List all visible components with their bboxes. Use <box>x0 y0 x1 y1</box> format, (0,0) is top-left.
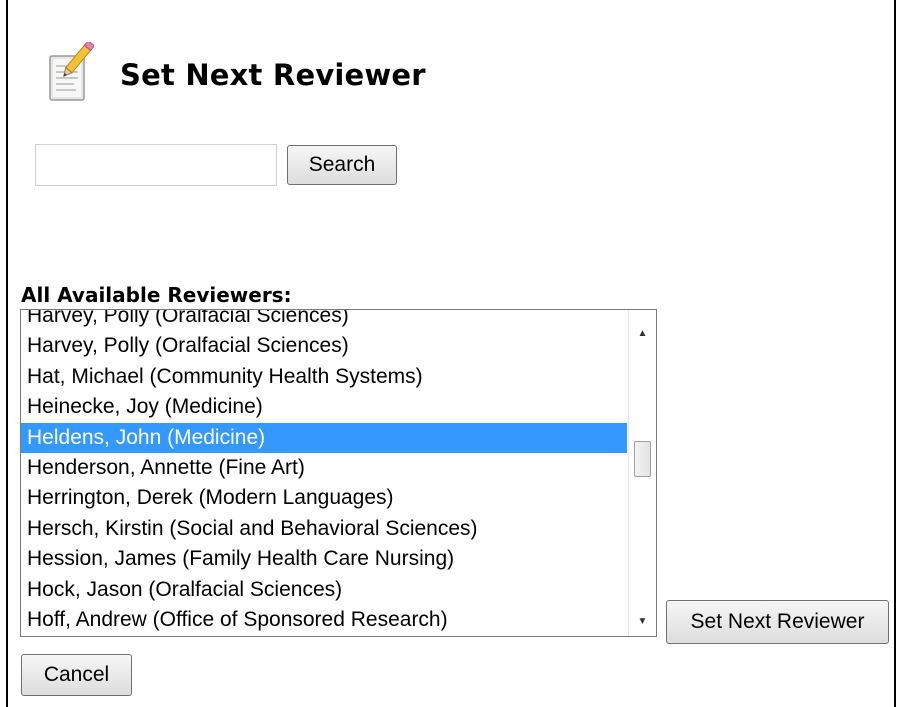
notepad-pencil-icon <box>49 42 94 101</box>
reviewers-list: Harvey, Polly (Oralfacial Sciences) Harv… <box>21 310 627 635</box>
list-item[interactable]: Hock, Jason (Oralfacial Sciences) <box>21 575 627 605</box>
list-item[interactable]: Henderson, Annette (Fine Art) <box>21 453 627 483</box>
list-item[interactable]: Hoff, Andrew (Office of Sponsored Resear… <box>21 605 627 635</box>
search-button[interactable]: Search <box>287 145 397 185</box>
reviewers-label: All Available Reviewers: <box>21 283 292 307</box>
list-item[interactable]: Herrington, Derek (Modern Languages) <box>21 483 627 513</box>
list-item[interactable]: Heinecke, Joy (Medicine) <box>21 392 627 422</box>
set-next-reviewer-button[interactable]: Set Next Reviewer <box>666 600 889 644</box>
cancel-button[interactable]: Cancel <box>21 654 132 696</box>
list-item[interactable]: Harvey, Polly (Oralfacial Sciences) <box>21 310 627 331</box>
list-item[interactable]: Harvey, Polly (Oralfacial Sciences) <box>21 331 627 361</box>
list-item[interactable]: Hession, James (Family Health Care Nursi… <box>21 544 627 574</box>
list-item-selected[interactable]: Heldens, John (Medicine) <box>21 422 627 453</box>
page-title: Set Next Reviewer <box>120 58 426 92</box>
scroll-up-arrow-icon[interactable]: ▲ <box>629 320 656 346</box>
list-scrollbar[interactable]: ▲ ▼ <box>628 310 656 636</box>
list-item[interactable]: Hat, Michael (Community Health Systems) <box>21 362 627 392</box>
reviewers-listbox[interactable]: Harvey, Polly (Oralfacial Sciences) Harv… <box>20 309 657 637</box>
scroll-down-arrow-icon[interactable]: ▼ <box>629 608 656 634</box>
list-item[interactable]: Hersch, Kirstin (Social and Behavioral S… <box>21 514 627 544</box>
scroll-thumb[interactable] <box>634 440 651 477</box>
search-input[interactable] <box>35 144 277 186</box>
